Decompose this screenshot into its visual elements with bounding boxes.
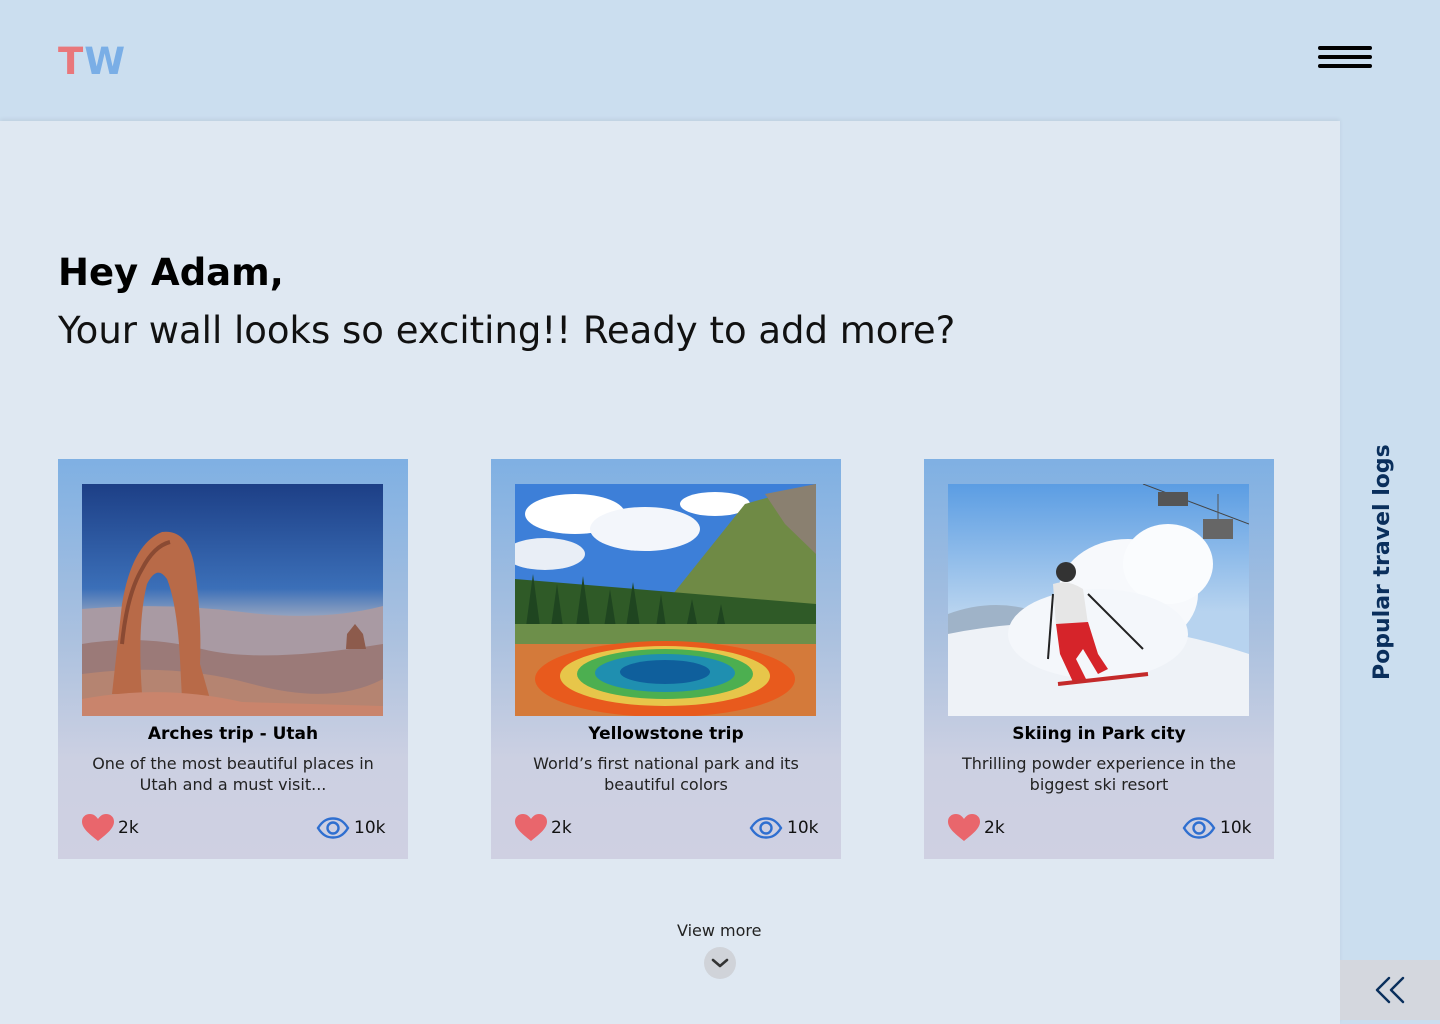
heart-icon	[948, 814, 980, 841]
travel-card[interactable]: Skiing in Park city Thrilling powder exp…	[924, 459, 1274, 859]
popular-travel-logs-tab[interactable]: Popular travel logs	[1370, 444, 1395, 680]
travel-card[interactable]: Yellowstone trip World’s first national …	[491, 459, 841, 859]
like-button[interactable]: 2k	[515, 814, 572, 842]
like-count: 2k	[551, 818, 572, 838]
delicate-arch-photo[interactable]	[82, 484, 383, 716]
main-panel: Hey Adam, Your wall looks so exciting!! …	[0, 121, 1340, 1024]
view-count: 10k	[1220, 818, 1252, 838]
hamburger-menu-icon[interactable]	[1318, 46, 1372, 76]
views-indicator: 10k	[1182, 814, 1251, 842]
greeting-title: Hey Adam,	[58, 251, 284, 294]
card-description: One of the most beautiful places in Utah…	[92, 754, 374, 794]
heart-icon	[82, 814, 114, 841]
card-title[interactable]: Yellowstone trip	[491, 724, 841, 744]
card-title[interactable]: Skiing in Park city	[924, 724, 1274, 744]
view-count: 10k	[354, 818, 386, 838]
view-count: 10k	[787, 818, 819, 838]
eye-icon	[316, 817, 350, 839]
chevron-down-icon[interactable]	[704, 947, 736, 979]
yellowstone-hot-spring-photo[interactable]	[515, 484, 816, 716]
double-chevron-left-icon[interactable]	[1340, 960, 1440, 1020]
eye-icon	[1182, 817, 1216, 839]
logo[interactable]: TW	[58, 40, 126, 83]
view-more-link[interactable]: View more	[677, 921, 762, 940]
card-title[interactable]: Arches trip - Utah	[58, 724, 408, 744]
card-description: World’s first national park and its beau…	[533, 754, 799, 794]
header: TW	[0, 0, 1440, 121]
views-indicator: 10k	[316, 814, 385, 842]
greeting-subtitle: Your wall looks so exciting!! Ready to a…	[58, 309, 956, 352]
card-description: Thrilling powder experience in the bigge…	[961, 754, 1237, 794]
logo-letter-w: W	[84, 40, 127, 83]
eye-icon	[749, 817, 783, 839]
views-indicator: 10k	[749, 814, 818, 842]
like-count: 2k	[118, 818, 139, 838]
like-button[interactable]: 2k	[82, 814, 139, 842]
travel-card[interactable]: Arches trip - Utah One of the most beaut…	[58, 459, 408, 859]
like-button[interactable]: 2k	[948, 814, 1005, 842]
skier-photo[interactable]	[948, 484, 1249, 716]
heart-icon	[515, 814, 547, 841]
like-count: 2k	[984, 818, 1005, 838]
logo-letter-t: T	[58, 40, 85, 83]
